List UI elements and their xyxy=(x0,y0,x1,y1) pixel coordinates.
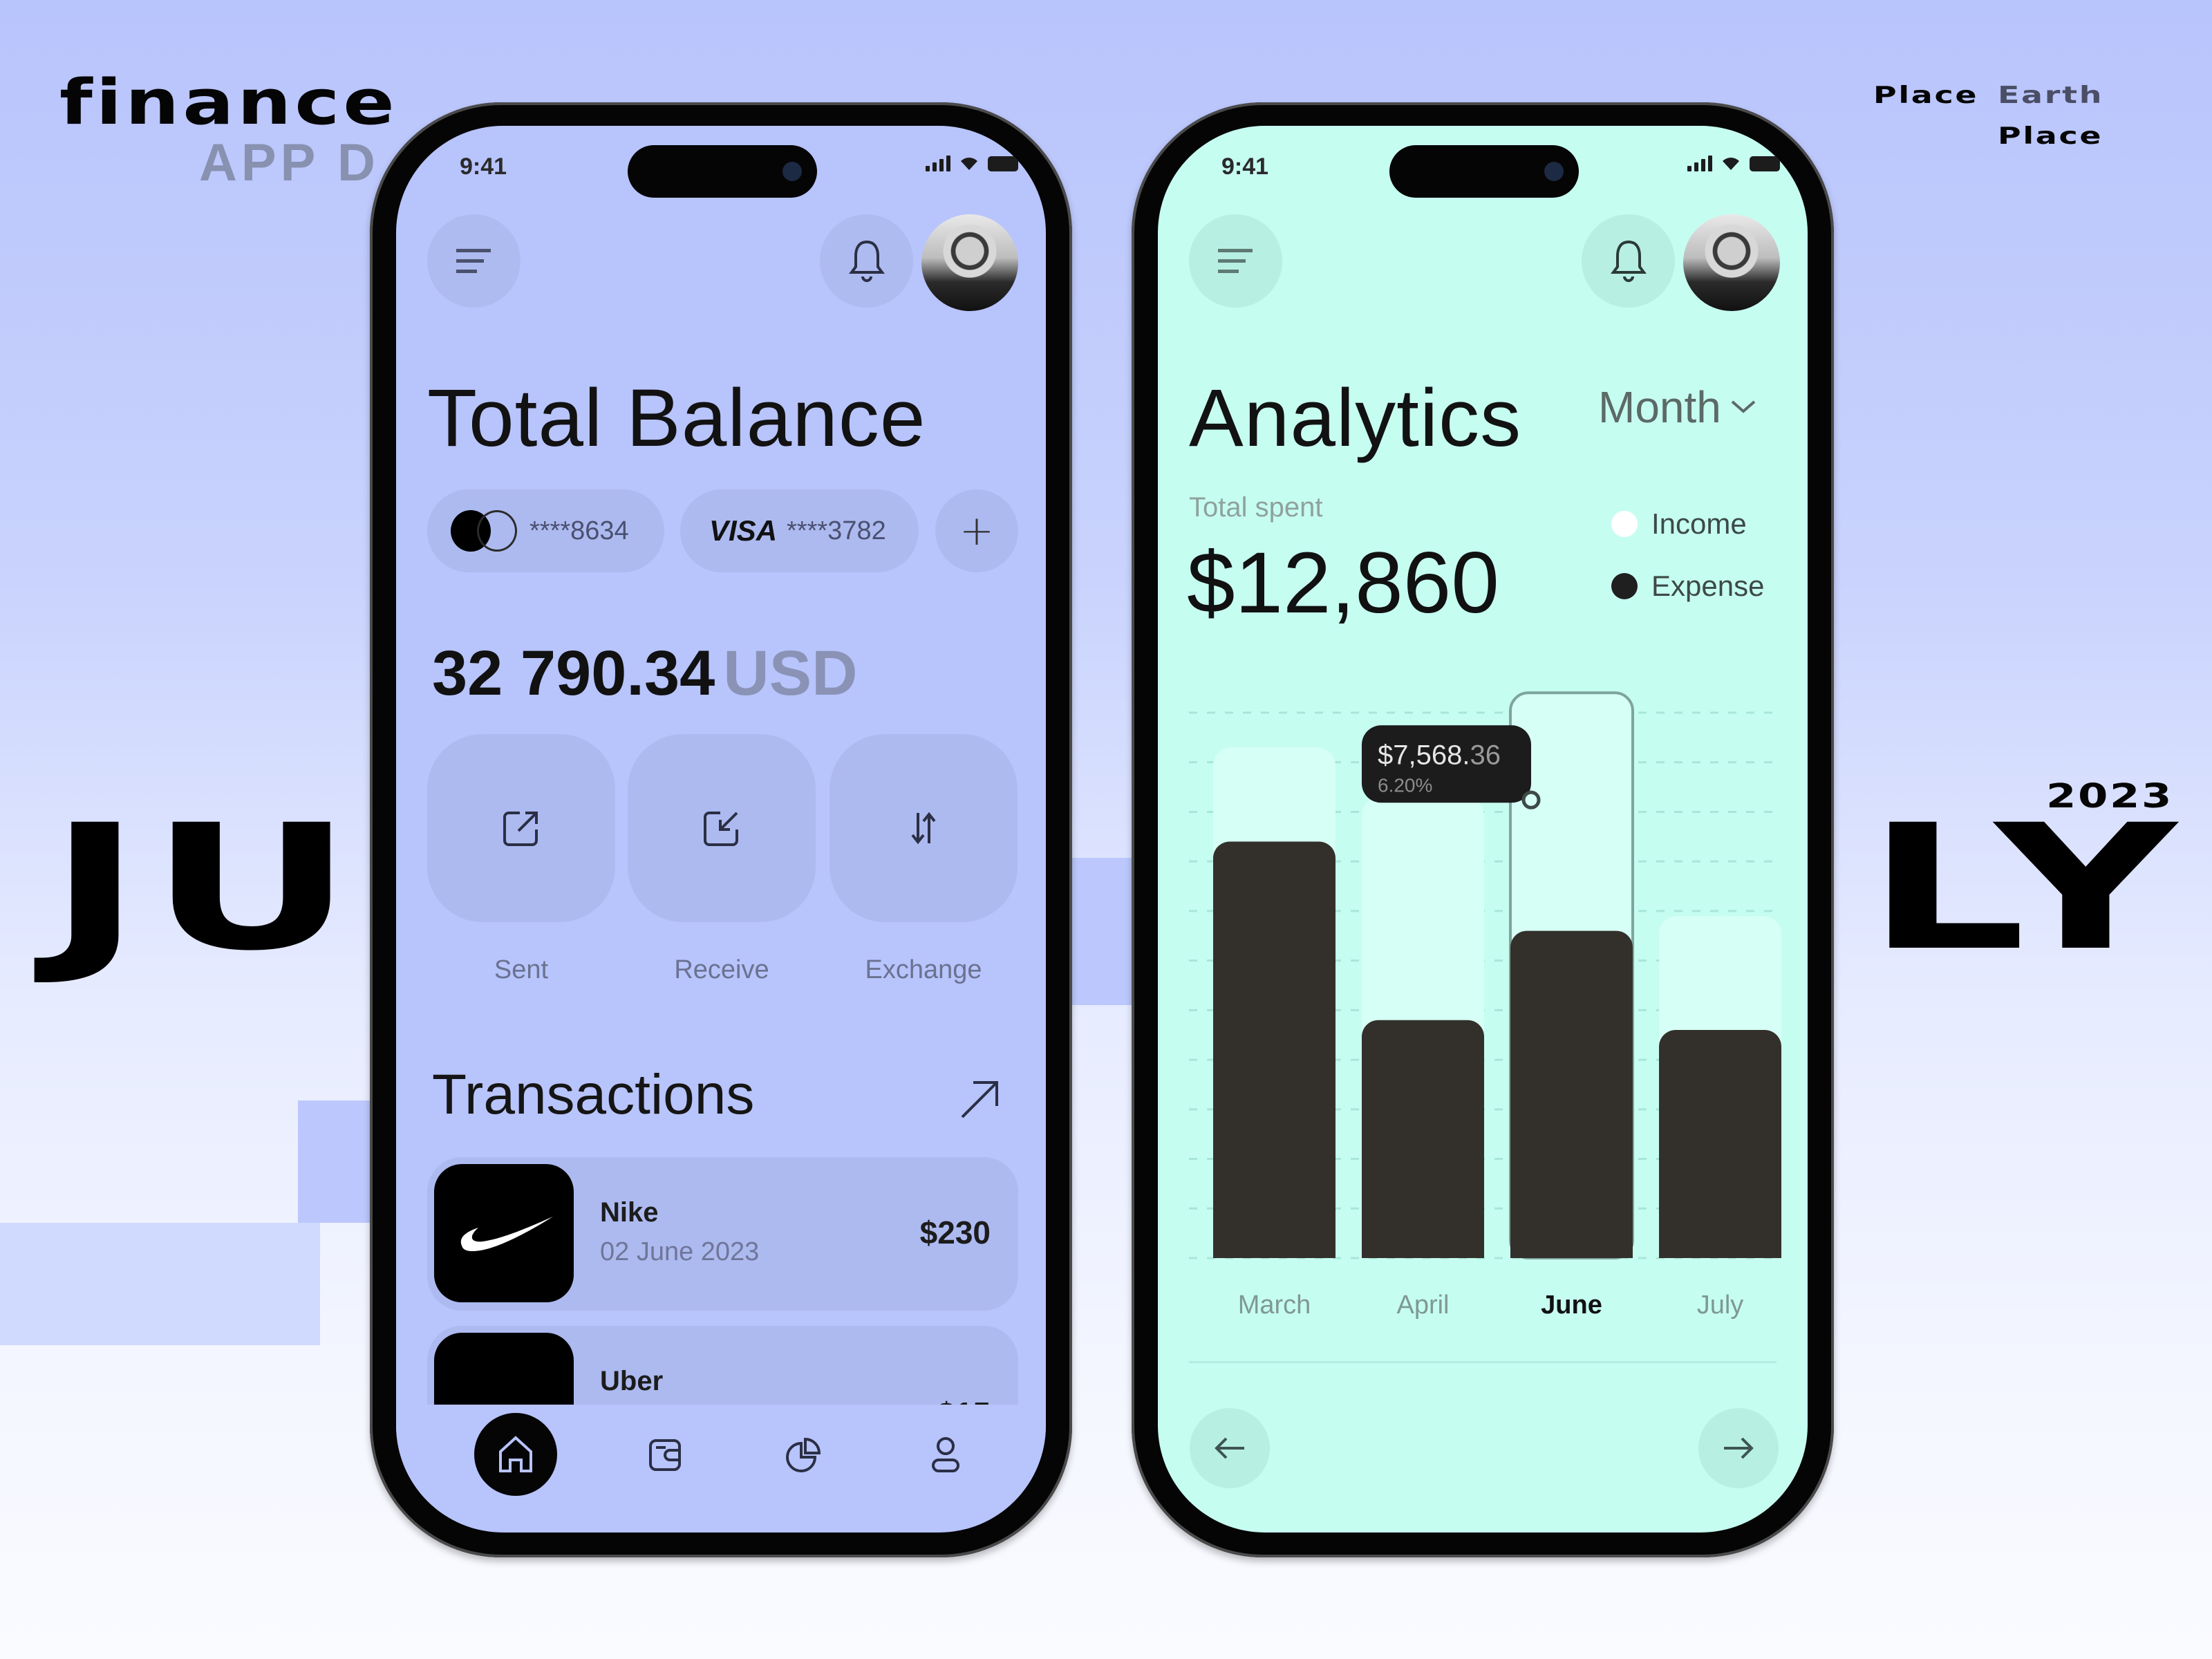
avatar[interactable] xyxy=(921,214,1018,311)
analytics-bar-chart: March April June July $7,568.36 6.20% xyxy=(1189,691,1781,1320)
nav-home[interactable] xyxy=(474,1413,557,1496)
brand-title: Finance xyxy=(59,66,398,139)
add-card-button[interactable]: + xyxy=(935,489,1018,572)
signal-icon xyxy=(926,156,950,171)
arrow-up-right-icon[interactable] xyxy=(953,1071,1008,1127)
balance-amount: 32 790.34 USD xyxy=(432,637,858,710)
status-icons xyxy=(926,155,1018,171)
next-button[interactable] xyxy=(1698,1408,1779,1488)
profile-icon xyxy=(932,1437,959,1472)
bottom-nav xyxy=(396,1413,1046,1517)
x-tick-label: March xyxy=(1238,1291,1311,1320)
send-label: Sent xyxy=(494,955,549,984)
tooltip-percent: 6.20% xyxy=(1378,774,1432,796)
earth-label: Earth xyxy=(1998,82,2104,109)
nav-profile[interactable] xyxy=(904,1413,987,1496)
x-tick-label: June xyxy=(1541,1291,1602,1320)
card-number: ****8634 xyxy=(529,516,629,545)
menu-button[interactable] xyxy=(427,214,521,308)
transaction-date: 02 June 2023 xyxy=(600,1237,760,1266)
expense-bar xyxy=(1510,930,1633,1258)
wallet-icon xyxy=(649,1439,681,1471)
big-month-text-right: LY xyxy=(1866,787,2185,988)
visa-logo: VISA xyxy=(709,514,778,547)
menu-icon xyxy=(456,248,491,273)
receive-arrow-icon xyxy=(704,812,738,846)
receive-label: Receive xyxy=(674,955,769,984)
nike-logo xyxy=(434,1164,574,1302)
transactions-title: Transactions xyxy=(432,1063,755,1126)
exchange-button[interactable] xyxy=(830,734,1018,922)
brand-subtitle: APP D xyxy=(199,133,379,192)
expense-bar-base xyxy=(1659,1241,1781,1258)
analytics-screen: 9:41 Analytics Month Total spent $12,860… xyxy=(1158,126,1808,1533)
mastercard-icon xyxy=(451,510,520,552)
notifications-button[interactable] xyxy=(820,214,913,308)
place-label-2: Place xyxy=(1998,122,2103,150)
expense-bar xyxy=(1213,841,1335,1258)
card-chip-mastercard[interactable]: ****8634 xyxy=(427,489,664,572)
transaction-merchant: Nike xyxy=(600,1197,659,1228)
x-tick-label: July xyxy=(1697,1291,1744,1320)
expense-bar xyxy=(1659,1030,1781,1258)
pie-chart-icon xyxy=(786,1437,821,1472)
balance-currency: USD xyxy=(723,638,858,709)
phone-home: 9:41 Total Balance ****8634 VISA ****378… xyxy=(370,102,1072,1557)
send-button[interactable] xyxy=(427,734,615,922)
place-label: Place xyxy=(1873,82,1979,109)
home-screen: 9:41 Total Balance ****8634 VISA ****378… xyxy=(396,126,1046,1533)
nav-analytics[interactable] xyxy=(762,1413,845,1496)
send-arrow-icon xyxy=(503,812,538,846)
arrow-left-icon xyxy=(1215,1437,1244,1459)
dynamic-island xyxy=(628,145,817,198)
arrow-right-icon xyxy=(1724,1437,1754,1459)
wifi-icon xyxy=(961,158,977,170)
tooltip-value: $7,568.36 xyxy=(1378,740,1501,770)
battery-icon xyxy=(988,156,1018,171)
card-number: ****3782 xyxy=(787,516,886,545)
x-tick-label: April xyxy=(1396,1291,1449,1320)
expense-bar-base xyxy=(1213,1241,1335,1258)
expense-bar-base xyxy=(1362,1241,1484,1258)
exchange-label: Exchange xyxy=(865,955,982,984)
transaction-merchant: Uber xyxy=(600,1366,664,1396)
previous-button[interactable] xyxy=(1190,1408,1270,1488)
tooltip-point xyxy=(1521,790,1541,809)
expense-bar-base xyxy=(1510,1241,1633,1258)
transaction-row[interactable]: Nike 02 June 2023 $230 xyxy=(427,1157,1018,1311)
plus-icon: + xyxy=(959,507,995,555)
exchange-arrows-icon xyxy=(911,812,936,845)
decor-block xyxy=(0,1223,320,1345)
status-time: 9:41 xyxy=(460,153,507,180)
receive-button[interactable] xyxy=(628,734,816,922)
page-title: Total Balance xyxy=(427,373,926,464)
transaction-amount: $230 xyxy=(919,1215,991,1250)
camera-icon xyxy=(782,162,802,181)
nav-wallet[interactable] xyxy=(624,1413,707,1496)
home-icon xyxy=(499,1436,532,1472)
card-chip-visa[interactable]: VISA ****3782 xyxy=(680,489,919,572)
bell-icon xyxy=(848,240,885,282)
expense-bar xyxy=(1362,1020,1484,1258)
phone-analytics: 9:41 Analytics Month Total spent $12,860… xyxy=(1132,102,1834,1557)
divider xyxy=(1189,1361,1777,1363)
balance-value: 32 790.34 xyxy=(432,638,715,709)
